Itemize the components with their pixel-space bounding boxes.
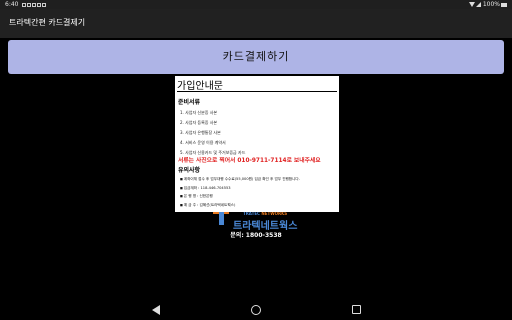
battery-percent: 100% (482, 1, 500, 8)
recent-apps-icon[interactable] (352, 305, 361, 314)
status-bar: 6:40 100% (0, 0, 512, 9)
list-item: 4. 서비스 운영 이용 계약서 (180, 140, 226, 145)
app-title: 트라텍간편 카드결제기 (9, 18, 86, 27)
notes-list: 계좌이체 접수 후 업무대행 수수료(55,000원) 입금 확인 후 업무 진… (180, 175, 336, 209)
app-bar: 트라텍간편 카드결제기 (0, 9, 512, 38)
notes-heading: 유의사항 (178, 167, 201, 174)
notification-icons (22, 0, 47, 9)
document-title: 가입안내문 (177, 81, 223, 92)
navigation-bar (0, 300, 512, 320)
notification-icon (42, 2, 46, 7)
list-item: 은 행 명 : 신한은행 (180, 192, 336, 201)
notification-icon (32, 2, 36, 7)
back-icon[interactable] (152, 305, 160, 315)
battery-icon (501, 2, 507, 7)
notification-icon (37, 2, 41, 7)
list-item: 계좌이체 접수 후 업무대행 수수료(55,000원) 입금 확인 후 업무 진… (180, 175, 336, 184)
title-divider (177, 91, 337, 92)
list-item: 입금계좌 : 118-446-704553 (180, 184, 336, 193)
required-docs-heading: 준비서류 (178, 99, 201, 106)
status-time: 6:40 (5, 1, 19, 8)
home-icon[interactable] (251, 305, 261, 315)
notification-icon (22, 2, 26, 7)
wifi-icon (468, 2, 475, 7)
required-docs-list: 1. 사업자 신분증 사본 2. 사업자 등록증 사본 3. 사업자 은행통장 … (180, 108, 245, 158)
list-item: 3. 사업자 은행통장 사본 (180, 130, 221, 135)
notification-icon (27, 2, 31, 7)
signal-icon (475, 2, 481, 7)
submission-notice: 서류는 사진으로 찍어서 010-9711-7114로 보내주세요 (178, 158, 321, 164)
status-right: 100% (468, 0, 507, 9)
list-item: 예 금 주 : 김혜선(트라텍네트웍스) (180, 201, 336, 210)
contact-phone: 문의: 1800-3538 (230, 232, 282, 239)
list-item: 1. 사업자 신분증 사본 (180, 110, 218, 115)
list-item: 2. 사업자 등록증 사본 (180, 120, 218, 125)
card-payment-button[interactable]: 카드결제하기 (8, 40, 504, 74)
